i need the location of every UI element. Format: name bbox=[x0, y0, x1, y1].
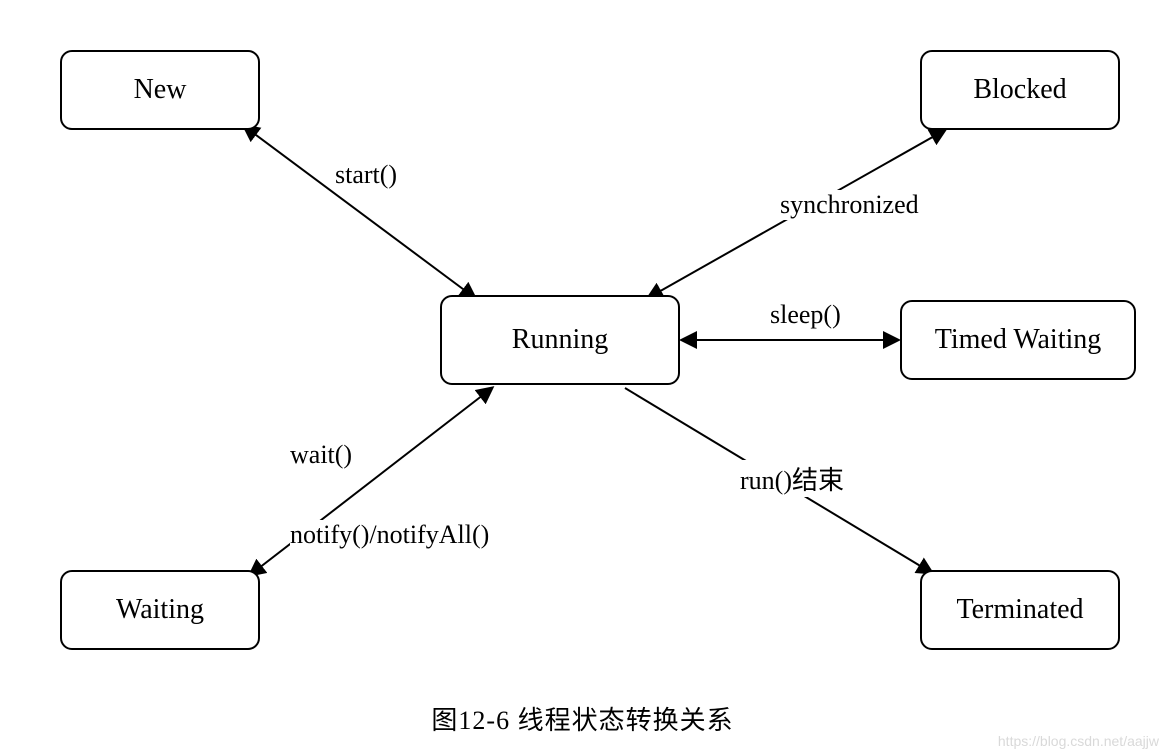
node-timed-waiting: Timed Waiting bbox=[900, 300, 1136, 380]
node-running: Running bbox=[440, 295, 680, 385]
node-new: New bbox=[60, 50, 260, 130]
node-blocked: Blocked bbox=[920, 50, 1120, 130]
figure-caption: 图12-6 线程状态转换关系 bbox=[0, 700, 1165, 737]
edge-label-sleep: sleep() bbox=[770, 300, 841, 330]
edge-new-running bbox=[244, 126, 475, 298]
edge-label-start: start() bbox=[335, 160, 397, 190]
node-new-label: New bbox=[134, 74, 187, 106]
edge-label-run-end: run()结束 bbox=[740, 460, 844, 497]
node-terminated-label: Terminated bbox=[956, 594, 1083, 626]
node-running-label: Running bbox=[512, 324, 608, 356]
diagram-stage: New Blocked Running Timed Waiting Waitin… bbox=[0, 0, 1165, 755]
edge-label-notify: notify()/notifyAll() bbox=[290, 520, 489, 550]
edge-label-synchronized: synchronized bbox=[780, 190, 919, 220]
node-waiting-label: Waiting bbox=[116, 594, 204, 626]
node-timed-waiting-label: Timed Waiting bbox=[935, 324, 1102, 356]
node-terminated: Terminated bbox=[920, 570, 1120, 650]
node-waiting: Waiting bbox=[60, 570, 260, 650]
node-blocked-label: Blocked bbox=[973, 74, 1066, 106]
watermark: https://blog.csdn.net/aajjw bbox=[998, 733, 1159, 749]
edge-label-wait: wait() bbox=[290, 440, 352, 470]
